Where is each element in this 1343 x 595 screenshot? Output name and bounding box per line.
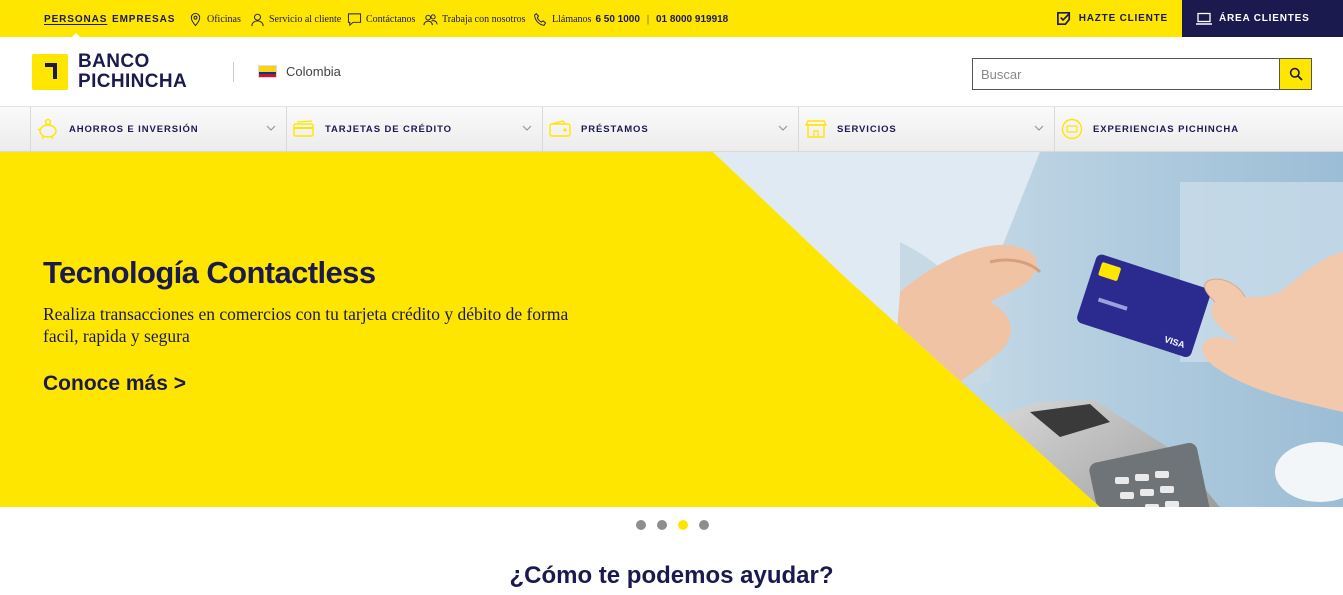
nav-item-ahorros[interactable]: AHORROS E INVERSIÓN	[30, 107, 286, 151]
carousel-dot-2[interactable]	[657, 520, 667, 530]
form-check-icon	[1056, 11, 1070, 26]
map-pin-icon	[190, 12, 201, 26]
main-navigation: AHORROS E INVERSIÓN TARJETAS DE CRÉDITO …	[0, 107, 1343, 152]
laptop-icon	[1196, 12, 1212, 25]
credit-card-icon	[293, 120, 314, 137]
country-label: Colombia	[286, 64, 341, 79]
oficinas-label: Oficinas	[207, 13, 241, 25]
servicio-cliente-label: Servicio al cliente	[269, 13, 342, 25]
nav-item-experiencias[interactable]: EXPERIENCIAS PICHINCHA	[1054, 107, 1310, 151]
hero-cta-link[interactable]: Conoce más >	[43, 372, 186, 396]
trabaja-label: Trabaja con nosotros	[442, 13, 526, 25]
llamanos-label: Llámanos	[552, 13, 592, 25]
contactanos-label: Contáctanos	[366, 13, 416, 25]
area-clientes-label: ÁREA CLIENTES	[1219, 13, 1310, 24]
chat-bubble-icon	[347, 12, 362, 26]
phone-local: 6 50 1000	[595, 13, 640, 25]
search-box	[972, 58, 1312, 90]
logo-line1: BANCO	[78, 51, 150, 72]
contactanos-link[interactable]: Contáctanos	[347, 11, 415, 27]
llamanos-link[interactable]: Llámanos 6 50 1000 | 01 8000 919918	[533, 11, 728, 27]
chevron-down-icon	[778, 125, 788, 131]
store-icon	[804, 120, 828, 138]
hero-subtitle: Realiza transacciones en comercios con t…	[43, 304, 569, 346]
logo-line2: PICHINCHA	[78, 71, 188, 92]
segment-empresas[interactable]: EMPRESAS	[112, 14, 175, 25]
help-heading: ¿Cómo te podemos ayudar?	[509, 562, 834, 589]
carousel-dot-3[interactable]	[678, 520, 688, 530]
servicio-cliente-link[interactable]: Servicio al cliente	[250, 11, 341, 27]
carousel-dot-1[interactable]	[636, 520, 646, 530]
logo-mark-icon	[32, 54, 68, 90]
nav-label-tarjetas: TARJETAS DE CRÉDITO	[325, 123, 452, 135]
phone-icon	[534, 12, 547, 26]
carousel-pagination	[636, 520, 709, 530]
chevron-down-icon	[1034, 125, 1044, 131]
nav-label-servicios: SERVICIOS	[837, 123, 897, 135]
country-selector[interactable]: Colombia	[258, 64, 341, 79]
phone-national: 01 8000 919918	[655, 13, 729, 25]
nav-item-prestamos[interactable]: PRÉSTAMOS	[542, 107, 798, 151]
nav-label-experiencias: EXPERIENCIAS PICHINCHA	[1093, 123, 1239, 135]
hero-banner: VISA Tecnología Contactless Realiza tran…	[0, 152, 1343, 507]
search-icon	[1289, 67, 1303, 81]
people-icon	[423, 13, 438, 25]
chevron-down-icon	[266, 125, 276, 131]
hazte-cliente-button[interactable]: HAZTE CLIENTE	[1056, 10, 1168, 27]
wallet-icon	[549, 120, 571, 137]
bank-logo[interactable]: BANCO PICHINCHA	[32, 52, 187, 92]
segment-personas[interactable]: PERSONAS	[44, 14, 107, 37]
hazte-cliente-label: HAZTE CLIENTE	[1078, 13, 1168, 24]
nav-item-servicios[interactable]: SERVICIOS	[798, 107, 1054, 151]
area-clientes-button[interactable]: ÁREA CLIENTES	[1182, 0, 1343, 37]
hero-title: Tecnología Contactless	[43, 255, 376, 290]
nav-label-prestamos: PRÉSTAMOS	[581, 123, 649, 135]
oficinas-link[interactable]: Oficinas	[188, 11, 241, 27]
top-utility-bar: PERSONAS EMPRESAS Oficinas Servicio al c…	[0, 0, 1343, 37]
search-button[interactable]	[1279, 59, 1311, 89]
nav-label-ahorros: AHORROS E INVERSIÓN	[69, 123, 199, 135]
ticket-icon	[1061, 118, 1083, 140]
search-input[interactable]	[973, 59, 1279, 89]
nav-item-tarjetas[interactable]: TARJETAS DE CRÉDITO	[286, 107, 542, 151]
colombia-flag-icon	[258, 65, 277, 78]
logo-text: BANCO PICHINCHA	[78, 52, 187, 92]
piggy-bank-icon	[37, 118, 57, 140]
trabaja-link[interactable]: Trabaja con nosotros	[423, 11, 526, 27]
user-icon	[251, 13, 264, 26]
header-divider	[233, 62, 234, 82]
carousel-dot-4[interactable]	[699, 520, 709, 530]
phone-separator: |	[646, 13, 649, 25]
site-header: BANCO PICHINCHA Colombia	[0, 37, 1343, 107]
chevron-down-icon	[522, 125, 532, 131]
